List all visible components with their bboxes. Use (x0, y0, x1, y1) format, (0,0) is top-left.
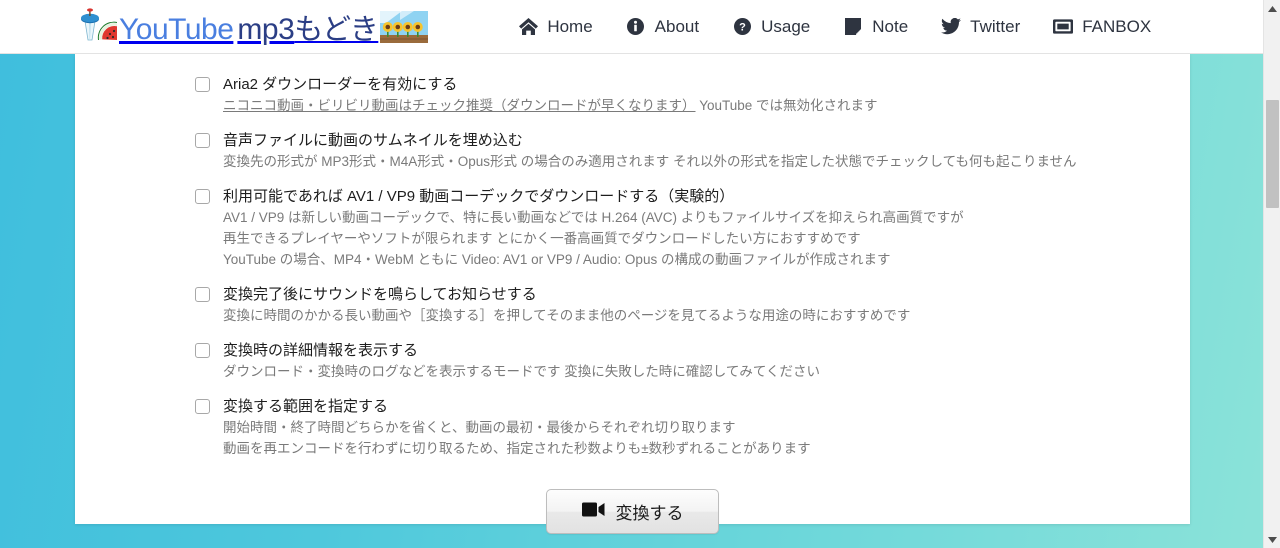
convert-button[interactable]: 変換する (546, 489, 719, 534)
checkbox-embed-thumbnail[interactable] (195, 133, 210, 148)
nav-label-about: About (654, 16, 700, 36)
nav-item-note[interactable]: Note (843, 17, 908, 37)
option-body: 音声ファイルに動画のサムネイルを埋め込む 変換先の形式が MP3形式・M4A形式… (223, 130, 1077, 172)
nav-label-twitter: Twitter (970, 16, 1021, 36)
nav-item-fanbox[interactable]: FANBOX (1053, 17, 1151, 37)
option-description: ダウンロード・変換時のログなどを表示するモードです 変換に失敗した時に確認してみ… (223, 364, 820, 379)
brand-jp-text: もどき (294, 13, 379, 46)
video-camera-icon (581, 502, 605, 522)
scrollbar-up-arrow[interactable] (1264, 0, 1280, 17)
brand-wordmark: YouTube mp3 もどき (119, 6, 379, 48)
nav-item-usage[interactable]: ? Usage (732, 17, 810, 37)
option-row-verbose-info: 変換時の詳細情報を表示する ダウンロード・変換時のログなどを表示するモードです … (75, 340, 1190, 382)
option-body: 変換時の詳細情報を表示する ダウンロード・変換時のログなどを表示するモードです … (223, 340, 820, 382)
option-title[interactable]: 変換時の詳細情報を表示する (223, 340, 820, 361)
option-row-av1-vp9-codec: 利用可能であれば AV1 / VP9 動画コーデックでダウンロードする（実験的）… (75, 186, 1190, 270)
option-row-sound-notify: 変換完了後にサウンドを鳴らしてお知らせする 変換に時間のかかる長い動画や［変換す… (75, 284, 1190, 326)
question-circle-icon: ? (732, 17, 752, 37)
option-title[interactable]: Aria2 ダウンローダーを有効にする (223, 74, 878, 95)
convert-button-label: 変換する (615, 504, 684, 523)
option-title[interactable]: 音声ファイルに動画のサムネイルを埋め込む (223, 130, 1077, 151)
sunflower-field-logo (378, 7, 429, 47)
option-row-aria2-downloader: Aria2 ダウンローダーを有効にする ニコニコ動画・ビリビリ動画はチェック推奨… (75, 74, 1190, 116)
info-circle-icon (626, 17, 646, 37)
option-description: 変換に時間のかかる長い動画や［変換する］を押してそのまま他のページを見てるような… (223, 308, 911, 323)
option-description: YouTube の場合、MP4・WebM ともに Video: AV1 or V… (223, 252, 891, 267)
option-description-text: YouTube では無効化されます (695, 98, 878, 113)
fanbox-rectangle-icon (1053, 17, 1074, 37)
convert-button-container: 変換する (75, 489, 1190, 534)
site-header: YouTube mp3 もどき Home About ? Usage Note … (0, 0, 1280, 54)
option-title[interactable]: 変換完了後にサウンドを鳴らしてお知らせする (223, 284, 910, 305)
scrollbar-thumb[interactable] (1266, 100, 1279, 208)
option-description: 動画を再エンコードを行わずに切り取るため、指定された秒数よりも±数秒ずれることが… (223, 441, 811, 456)
nav-label-fanbox: FANBOX (1082, 16, 1152, 36)
option-row-embed-thumbnail: 音声ファイルに動画のサムネイルを埋め込む 変換先の形式が MP3形式・M4A形式… (75, 130, 1190, 172)
nav-item-home[interactable]: Home (518, 16, 593, 37)
watermelon-shaved-ice-logo (75, 7, 119, 47)
scrollbar-down-arrow[interactable] (1264, 531, 1280, 548)
option-description: 再生できるプレイヤーやソフトが限られます とにかく一番高画質でダウンロードしたい… (223, 231, 861, 246)
checkbox-av1-vp9-codec[interactable] (195, 189, 210, 204)
option-body: 利用可能であれば AV1 / VP9 動画コーデックでダウンロードする（実験的）… (223, 186, 964, 270)
checkbox-verbose-info[interactable] (195, 343, 210, 358)
option-description: 変換先の形式が MP3形式・M4A形式・Opus形式 の場合のみ適用されます そ… (223, 154, 1077, 169)
option-row-trim-range: 変換する範囲を指定する 開始時間・終了時間どちらかを省くと、動画の最初・最後から… (75, 396, 1190, 459)
option-body: Aria2 ダウンローダーを有効にする ニコニコ動画・ビリビリ動画はチェック推奨… (223, 74, 878, 116)
option-title[interactable]: 変換する範囲を指定する (223, 396, 811, 417)
svg-text:?: ? (739, 22, 746, 34)
options-list: Aria2 ダウンローダーを有効にする ニコニコ動画・ビリビリ動画はチェック推奨… (75, 54, 1190, 459)
twitter-bird-icon (941, 17, 962, 37)
checkbox-sound-notify[interactable] (195, 287, 210, 302)
nav-label-note: Note (872, 16, 909, 36)
home-icon (518, 17, 538, 37)
main-navigation: Home About ? Usage Note Twitter FANBOX (518, 17, 1151, 37)
site-logo-link[interactable]: YouTube mp3 もどき (75, 6, 429, 48)
option-description-link[interactable]: ニコニコ動画・ビリビリ動画はチェック推奨（ダウンロードが早くなります） (223, 98, 696, 113)
option-description: 開始時間・終了時間どちらかを省くと、動画の最初・最後からそれぞれ切り取ります (223, 420, 736, 435)
option-body: 変換する範囲を指定する 開始時間・終了時間どちらかを省くと、動画の最初・最後から… (223, 396, 811, 459)
option-description: AV1 / VP9 は新しい動画コーデックで、特に長い動画などでは H.264 … (223, 210, 964, 225)
nav-item-twitter[interactable]: Twitter (941, 17, 1020, 37)
option-body: 変換完了後にサウンドを鳴らしてお知らせする 変換に時間のかかる長い動画や［変換す… (223, 284, 910, 326)
note-page-icon (843, 17, 863, 37)
nav-item-about[interactable]: About (626, 17, 699, 37)
nav-label-usage: Usage (761, 16, 811, 36)
brand-youtube-text: YouTube (119, 12, 234, 46)
checkbox-aria2-downloader[interactable] (195, 77, 210, 92)
option-title[interactable]: 利用可能であれば AV1 / VP9 動画コーデックでダウンロードする（実験的） (223, 186, 964, 207)
checkbox-trim-range[interactable] (195, 399, 210, 414)
brand-mp3-text: mp3 (237, 12, 295, 46)
vertical-scrollbar[interactable] (1263, 0, 1280, 548)
options-card: Aria2 ダウンローダーを有効にする ニコニコ動画・ビリビリ動画はチェック推奨… (75, 54, 1190, 534)
option-description: ニコニコ動画・ビリビリ動画はチェック推奨（ダウンロードが早くなります） YouT… (223, 95, 878, 116)
nav-label-home: Home (547, 16, 593, 36)
